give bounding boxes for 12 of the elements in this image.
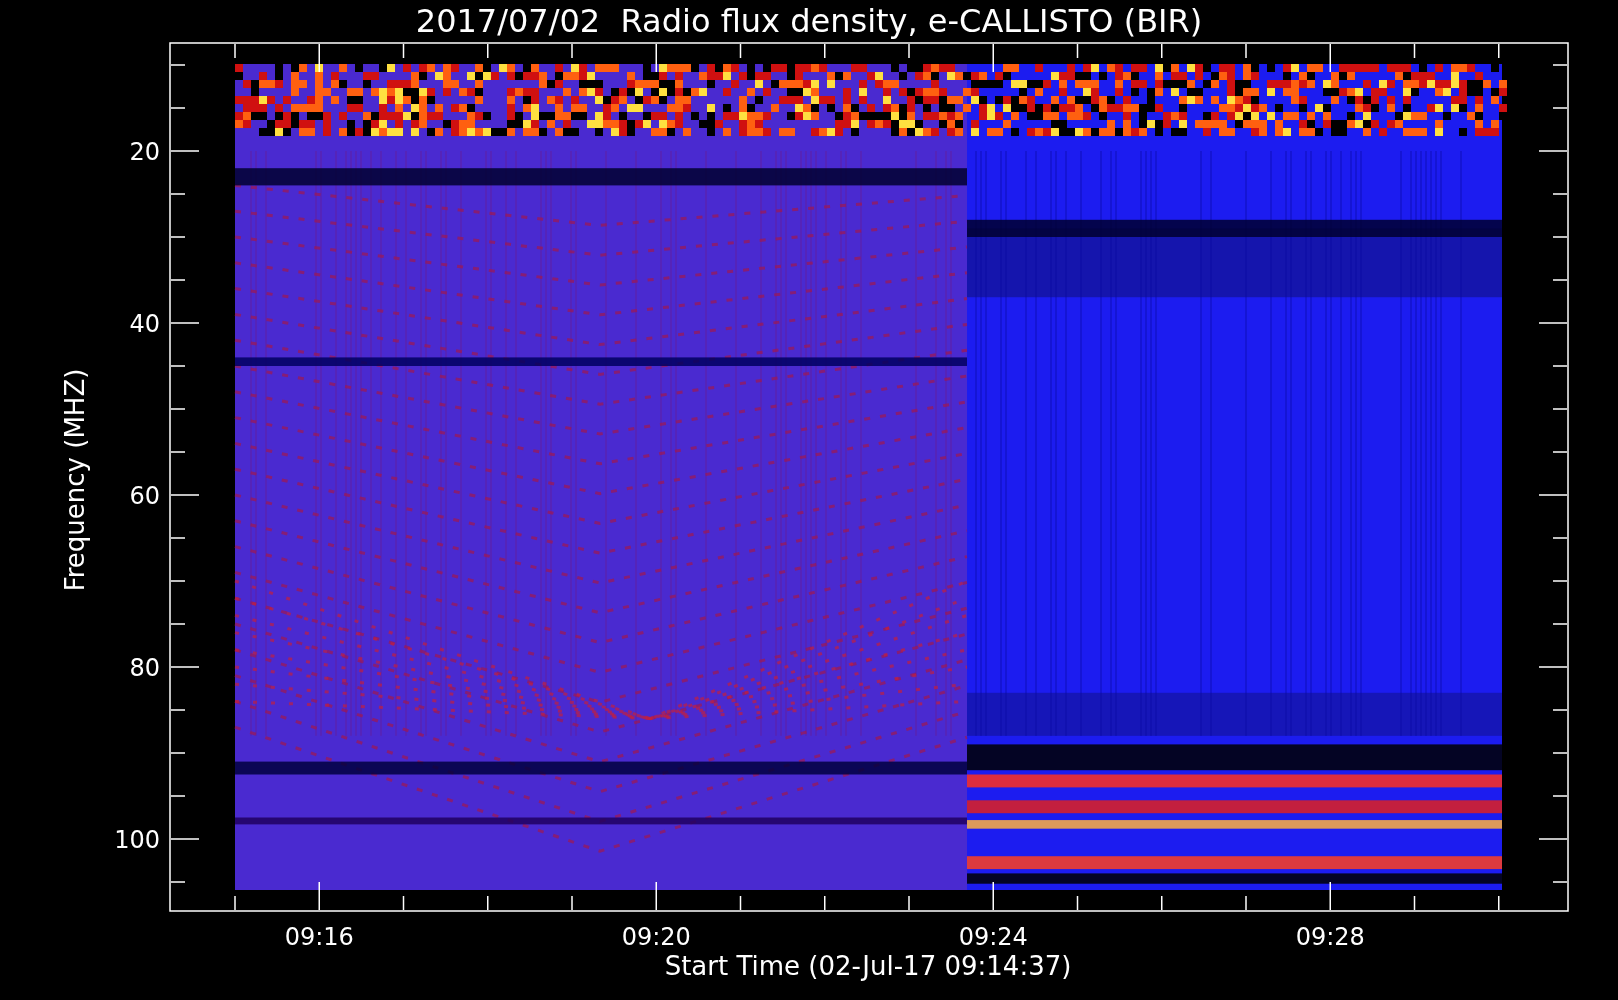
x-axis-label: Start Time (02-Jul-17 09:14:37): [664, 951, 1072, 981]
y-tick-label: 100: [114, 826, 160, 854]
y-axis-label: Frequency (MHZ): [60, 368, 90, 592]
y-tick-label: 80: [129, 654, 160, 682]
y-tick-label: 40: [129, 310, 160, 338]
x-tick-label: 09:16: [284, 923, 354, 951]
x-tick-label: 09:28: [1295, 923, 1365, 951]
x-tick-label: 09:20: [621, 923, 691, 951]
y-tick-label: 20: [129, 138, 160, 166]
y-tick-label: 60: [129, 482, 160, 510]
x-tick-label: 09:24: [958, 923, 1028, 951]
chart-title: 2017/07/02 Radio flux density, e-CALLISTO (BIR): [415, 2, 1203, 40]
